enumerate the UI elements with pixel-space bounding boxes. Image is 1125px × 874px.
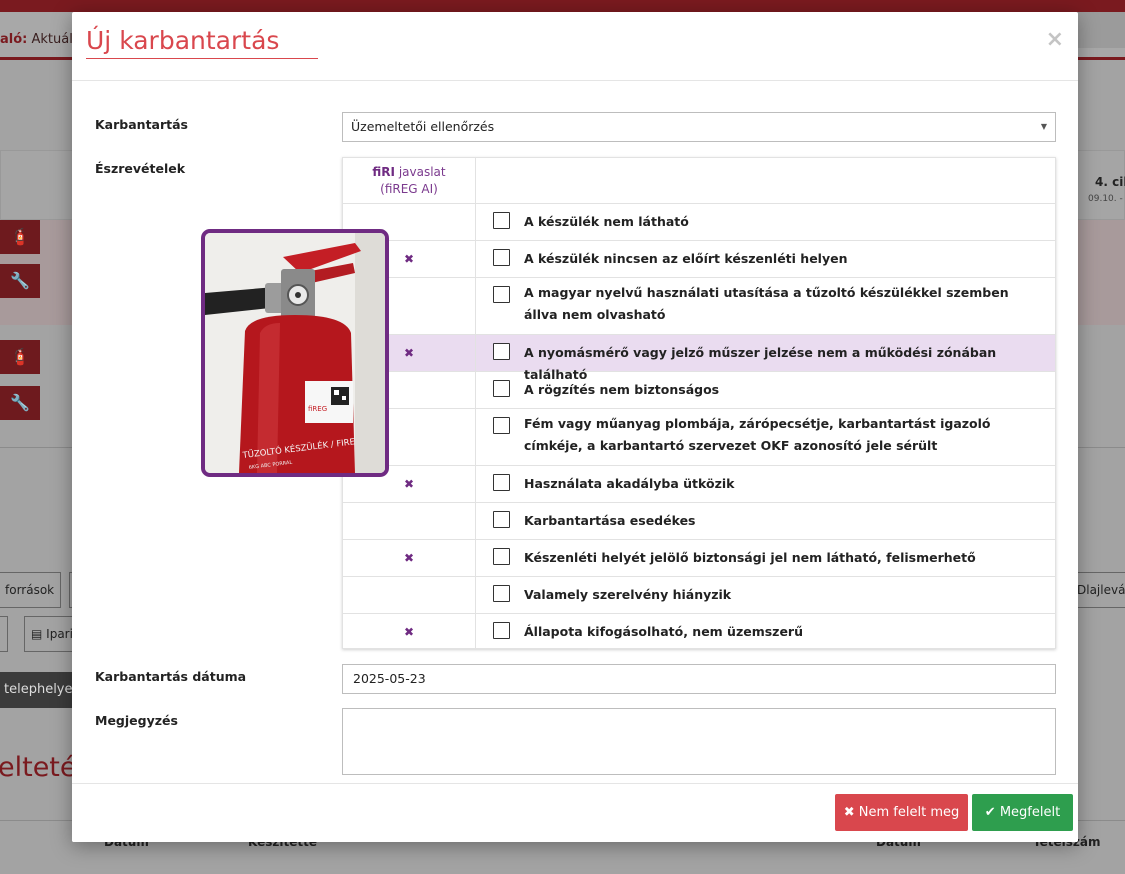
observation-row[interactable]: ✖ Készenléti helyét jelölő biztonsági jel… — [343, 540, 1055, 577]
check-icon: ✔ — [984, 805, 996, 820]
observation-label: A készülék nem látható — [524, 214, 689, 229]
bg-wrench-button-2: 🔧 — [0, 386, 40, 420]
photo-brand: fiREG — [308, 405, 327, 413]
observation-checkbox[interactable] — [493, 511, 510, 528]
observation-label: Állapota kifogásolható, nem üzemszerű — [524, 624, 803, 639]
observation-checkbox[interactable] — [493, 474, 510, 491]
observation-row[interactable]: A készülék nem látható — [343, 204, 1055, 241]
modal-header: Új karbantartás × — [72, 12, 1078, 81]
maintenance-label: Karbantartás — [95, 117, 188, 132]
column-divider — [475, 158, 476, 648]
observation-row[interactable]: ✖ A nyomásmérő vagy jelző műszer jelzése … — [343, 335, 1055, 382]
bg-top-bar — [0, 0, 1125, 12]
bg-telephelyek-button: telephelyek — [0, 672, 80, 708]
ai-suggested-icon: ✖ — [403, 624, 415, 639]
observation-row[interactable]: A magyar nyelvű használati utasítása a t… — [343, 278, 1055, 335]
observation-row[interactable]: ✖ Használata akadályba ütközik — [343, 466, 1055, 503]
observation-checkbox[interactable] — [493, 343, 510, 360]
bg-extinguisher-button: 🧯 — [0, 220, 40, 254]
bg-cycle-label: 4. cik — [1095, 175, 1125, 189]
observations-table-header: fiRI javaslat (fiREG AI) — [343, 158, 1055, 204]
observation-label: A készülék nincsen az előírt készenléti … — [524, 251, 848, 266]
observation-checkbox[interactable] — [493, 286, 510, 303]
extinguisher-photo: fiREG TŰZOLTÓ KÉSZÜLÉK / FIRE 6KG ABC PO… — [201, 229, 389, 477]
bg-cycle-date: 09.10. - — [1088, 194, 1123, 204]
observation-label: Készenléti helyét jelölő biztonsági jel … — [524, 550, 976, 565]
compliant-button[interactable]: ✔ Megfelelt — [972, 794, 1073, 831]
modal-footer: ✖ Nem felelt meg ✔ Megfelelt — [72, 783, 1078, 842]
modal-title: Új karbantartás — [86, 26, 318, 59]
observation-row[interactable]: ✖ Állapota kifogásolható, nem üzemszerű — [343, 614, 1055, 651]
bg-wrench-button: 🔧 — [0, 264, 40, 298]
times-icon: ✖ — [843, 805, 855, 820]
bg-dlajlevala-button: Dlajleválа — [1070, 572, 1125, 608]
not-compliant-button[interactable]: ✖ Nem felelt meg — [835, 794, 968, 831]
observation-row[interactable]: Valamely szerelvény hiányzik — [343, 577, 1055, 614]
observations-label: Észrevételek — [95, 161, 186, 176]
ai-suggestion-header: fiRI javaslat (fiREG AI) — [372, 165, 446, 196]
bg-header-text: aló: Aktuális — [0, 32, 84, 47]
observation-checkbox[interactable] — [493, 380, 510, 397]
observations-table: fiRI javaslat (fiREG AI) A készülék nem … — [342, 157, 1056, 649]
observation-label: A magyar nyelvű használati utasítása a t… — [524, 285, 1009, 322]
observation-label: A rögzítés nem biztonságos — [524, 382, 720, 397]
observation-checkbox[interactable] — [493, 212, 510, 229]
observation-checkbox[interactable] — [493, 417, 510, 434]
caret-down-icon: ▼ — [1040, 122, 1047, 131]
observation-checkbox[interactable] — [493, 548, 510, 565]
bg-outline-button-2 — [0, 616, 8, 652]
ai-suggested-icon: ✖ — [403, 550, 415, 565]
maintenance-type-select[interactable]: Üzemeltetői ellenőrzés ▼ — [342, 112, 1056, 142]
notes-textarea[interactable] — [342, 708, 1056, 775]
observation-row[interactable]: Fém vagy műanyag plombája, zárópecsétje,… — [343, 409, 1055, 466]
observation-label: Használata akadályba ütközik — [524, 476, 735, 491]
observation-checkbox[interactable] — [493, 249, 510, 266]
observation-label: Karbantartása esedékes — [524, 513, 696, 528]
observation-row[interactable]: Karbantartása esedékes — [343, 503, 1055, 540]
maintenance-modal: Új karbantartás × Karbantartás Üzemeltet… — [72, 12, 1078, 842]
observation-row[interactable]: A rögzítés nem biztonságos — [343, 372, 1055, 409]
notes-label: Megjegyzés — [95, 713, 178, 728]
observation-checkbox[interactable] — [493, 585, 510, 602]
maintenance-date-input[interactable]: 2025-05-23 — [342, 664, 1056, 694]
observation-label: Valamely szerelvény hiányzik — [524, 587, 732, 602]
bg-forrasok-button: források — [0, 572, 62, 608]
maintenance-type-value: Üzemeltetői ellenőrzés — [351, 119, 495, 134]
observation-checkbox[interactable] — [493, 622, 510, 639]
close-icon[interactable]: × — [1046, 28, 1064, 52]
ai-suggested-icon: ✖ — [403, 476, 415, 491]
observation-label: Fém vagy műanyag plombája, zárópecsétje,… — [524, 416, 991, 453]
date-label: Karbantartás dátuma — [95, 669, 247, 684]
observation-row[interactable]: ✖ A készülék nincsen az előírt készenléti… — [343, 241, 1055, 278]
bg-extinguisher-button-2: 🧯 — [0, 340, 40, 374]
